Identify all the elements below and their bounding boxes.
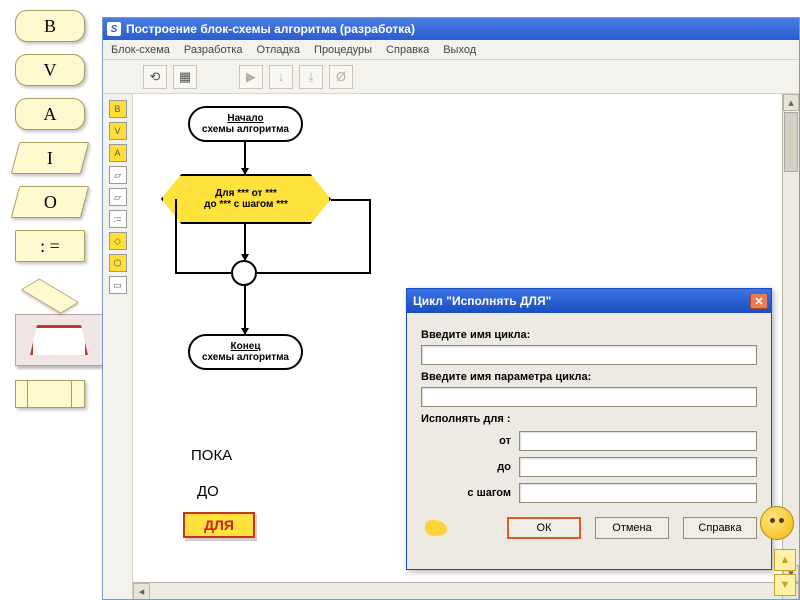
mascot-icon [425,520,447,536]
input-loop-name[interactable] [421,345,757,365]
label: V [44,60,57,81]
scroll-thumb[interactable] [784,112,798,172]
node-connector[interactable] [231,260,257,286]
label-from: от [421,435,511,447]
label: I [47,148,53,169]
palette-begin[interactable]: B [15,10,85,42]
label-while: ПОКА [191,447,232,464]
palette-variable[interactable]: V [15,54,85,86]
stool-loop-icon[interactable]: ⬡ [109,254,127,272]
label: ОК [537,522,552,534]
label: B [44,16,56,37]
menu-blockscheme[interactable]: Блок-схема [111,44,170,56]
label: A [44,104,57,125]
node-start[interactable]: Начало схемы алгоритма [188,106,303,142]
menubar: Блок-схема Разработка Отладка Процедуры … [103,40,799,60]
palette-assign[interactable]: : = [15,230,85,262]
stool-input-icon[interactable]: ▱ [109,166,127,184]
edge [175,199,177,273]
label-execute-for: Исполнять для : [421,413,757,425]
label-for-selected[interactable]: ДЛЯ [183,512,255,538]
horizontal-scrollbar[interactable]: ◂ ▸ [133,582,799,599]
stool-assign-icon[interactable]: := [109,210,127,228]
palette-input[interactable]: I [11,142,90,174]
stool-action-icon[interactable]: A [109,144,127,162]
dialog-title: Цикл "Исполнять ДЛЯ" [413,294,551,308]
label-to: до [421,461,511,473]
close-icon[interactable]: ✕ [750,293,768,309]
start-line2: схемы алгоритма [194,124,297,135]
loop-line2: до *** с шагом *** [163,199,329,210]
dialog-for-loop: Цикл "Исполнять ДЛЯ" ✕ Введите имя цикла… [406,288,772,570]
label-param-name: Введите имя параметра цикла: [421,371,757,383]
scroll-left-icon[interactable]: ◂ [133,583,150,599]
start-line1: Начало [194,113,297,124]
palette-decision[interactable] [21,279,79,314]
scroll-up-icon[interactable]: ▴ [783,94,799,111]
stool-begin-icon[interactable]: B [109,100,127,118]
app-icon: S [107,22,121,36]
input-to[interactable] [519,457,757,477]
shape-palette: B V A I O : = [15,10,105,408]
loop-line1: Для *** от *** [163,188,329,199]
tool-stepinto-icon[interactable]: ↓ [269,65,293,89]
label: Отмена [612,522,651,534]
slide-nav: ▲ ▼ [774,549,796,596]
tool-play-icon[interactable]: ▶ [239,65,263,89]
stool-var-icon[interactable]: V [109,122,127,140]
menu-develop[interactable]: Разработка [184,44,243,56]
help-button[interactable]: Справка [683,517,757,539]
input-param-name[interactable] [421,387,757,407]
menu-procedures[interactable]: Процедуры [314,44,372,56]
stool-decision-icon[interactable]: ◇ [109,232,127,250]
menu-debug[interactable]: Отладка [257,44,300,56]
loop-icon [30,325,88,355]
palette-subroutine[interactable] [15,380,85,408]
smiley-icon [760,506,794,540]
node-end[interactable]: Конец схемы алгоритма [188,334,303,370]
input-step[interactable] [519,483,757,503]
stool-output-icon[interactable]: ▱ [109,188,127,206]
palette-output[interactable]: O [11,186,90,218]
arrowhead-icon [241,168,249,175]
palette-loop-selected[interactable] [15,314,103,366]
label-step: с шагом [421,487,511,499]
dialog-body: Введите имя цикла: Введите имя параметра… [407,313,771,569]
toolbar: ⟲ ▦ ▶ ↓ ⤓ Ø [103,60,799,94]
end-line1: Конец [194,341,297,352]
tool-stepover-icon[interactable]: ⤓ [299,65,323,89]
edge [257,272,371,274]
edge [175,272,231,274]
tool-grid-icon[interactable]: ▦ [173,65,197,89]
tool-new-icon[interactable]: ⟲ [143,65,167,89]
label: : = [40,236,60,257]
nav-up-icon[interactable]: ▲ [774,549,796,571]
menu-exit[interactable]: Выход [443,44,476,56]
label: ДЛЯ [204,517,234,533]
side-toolbar: B V A ▱ ▱ := ◇ ⬡ ▭ [103,94,133,599]
tool-stop-icon[interactable]: Ø [329,65,353,89]
edge [244,286,246,334]
palette-action[interactable]: A [15,98,85,130]
titlebar: S Построение блок-схемы алгоритма (разра… [103,18,799,40]
label-until: ДО [197,483,219,500]
label: Справка [698,522,741,534]
nav-down-icon[interactable]: ▼ [774,574,796,596]
cancel-button[interactable]: Отмена [595,517,669,539]
ok-button[interactable]: ОК [507,517,581,539]
dialog-titlebar[interactable]: Цикл "Исполнять ДЛЯ" ✕ [407,289,771,313]
label-loop-name: Введите имя цикла: [421,329,757,341]
input-from[interactable] [519,431,757,451]
edge [369,199,371,273]
stool-sub-icon[interactable]: ▭ [109,276,127,294]
node-for-loop[interactable]: Для *** от *** до *** с шагом *** [161,174,331,224]
window-title: Построение блок-схемы алгоритма (разрабо… [126,22,415,36]
edge [331,199,371,201]
end-line2: схемы алгоритма [194,352,297,363]
menu-help[interactable]: Справка [386,44,429,56]
label: O [44,192,57,213]
